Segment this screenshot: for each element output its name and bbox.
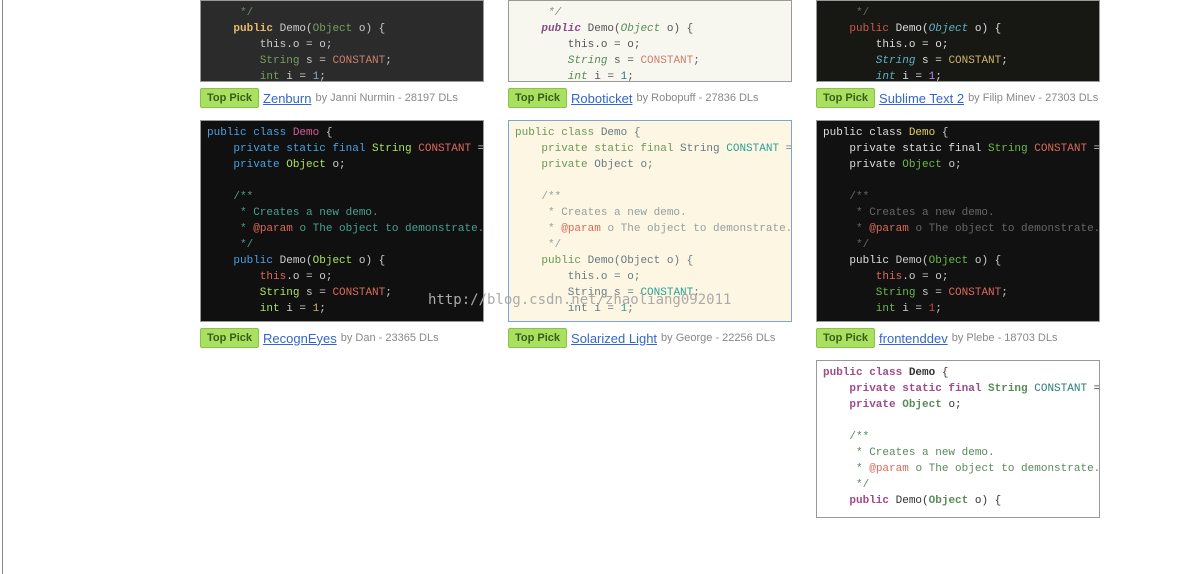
theme-link-solarized[interactable]: Solarized Light [571, 331, 657, 346]
theme-author: by Plebe - 18703 DLs [952, 332, 1058, 344]
theme-link-zenburn[interactable]: Zenburn [263, 91, 311, 106]
theme-preview-roboticket[interactable]: */ public Demo(Object o) { this.o = o; S… [508, 0, 792, 82]
empty-cell [508, 360, 792, 518]
theme-author: by George - 22256 DLs [661, 332, 775, 344]
theme-preview-next[interactable]: public class Demo { private static final… [816, 360, 1100, 518]
top-pick-badge: Top Pick [508, 88, 567, 108]
left-border [2, 0, 3, 574]
empty-cell [200, 360, 484, 518]
top-pick-badge: Top Pick [816, 88, 875, 108]
theme-author: by Filip Minev - 27303 DLs [968, 92, 1098, 104]
theme-grid: */ public Demo(Object o) { this.o = o; S… [200, 0, 1100, 518]
theme-card: */ public Demo(Object o) { this.o = o; S… [816, 0, 1100, 110]
top-pick-badge: Top Pick [508, 328, 567, 348]
theme-card: public class Demo { private static final… [816, 360, 1100, 518]
theme-author: by Janni Nurmin - 28197 DLs [315, 92, 457, 104]
theme-author: by Dan - 23365 DLs [341, 332, 439, 344]
theme-preview-sublime[interactable]: */ public Demo(Object o) { this.o = o; S… [816, 0, 1100, 82]
theme-card: */ public Demo(Object o) { this.o = o; S… [508, 0, 792, 110]
theme-card: public class Demo { private static final… [200, 120, 484, 350]
top-pick-badge: Top Pick [200, 88, 259, 108]
theme-author: by Robopuff - 27836 DLs [636, 92, 758, 104]
theme-link-sublime[interactable]: Sublime Text 2 [879, 91, 964, 106]
theme-card: */ public Demo(Object o) { this.o = o; S… [200, 0, 484, 110]
theme-link-recogneyes[interactable]: RecognEyes [263, 331, 337, 346]
top-pick-badge: Top Pick [816, 328, 875, 348]
theme-preview-recogneyes[interactable]: public class Demo { private static final… [200, 120, 484, 322]
theme-preview-zenburn[interactable]: */ public Demo(Object o) { this.o = o; S… [200, 0, 484, 82]
top-pick-badge: Top Pick [200, 328, 259, 348]
theme-link-frontenddev[interactable]: frontenddev [879, 331, 948, 346]
theme-preview-frontenddev[interactable]: public class Demo { private static final… [816, 120, 1100, 322]
theme-card: public class Demo { private static final… [508, 120, 792, 350]
theme-link-roboticket[interactable]: Roboticket [571, 91, 632, 106]
theme-card: public class Demo { private static final… [816, 120, 1100, 350]
theme-preview-solarized[interactable]: public class Demo { private static final… [508, 120, 792, 322]
